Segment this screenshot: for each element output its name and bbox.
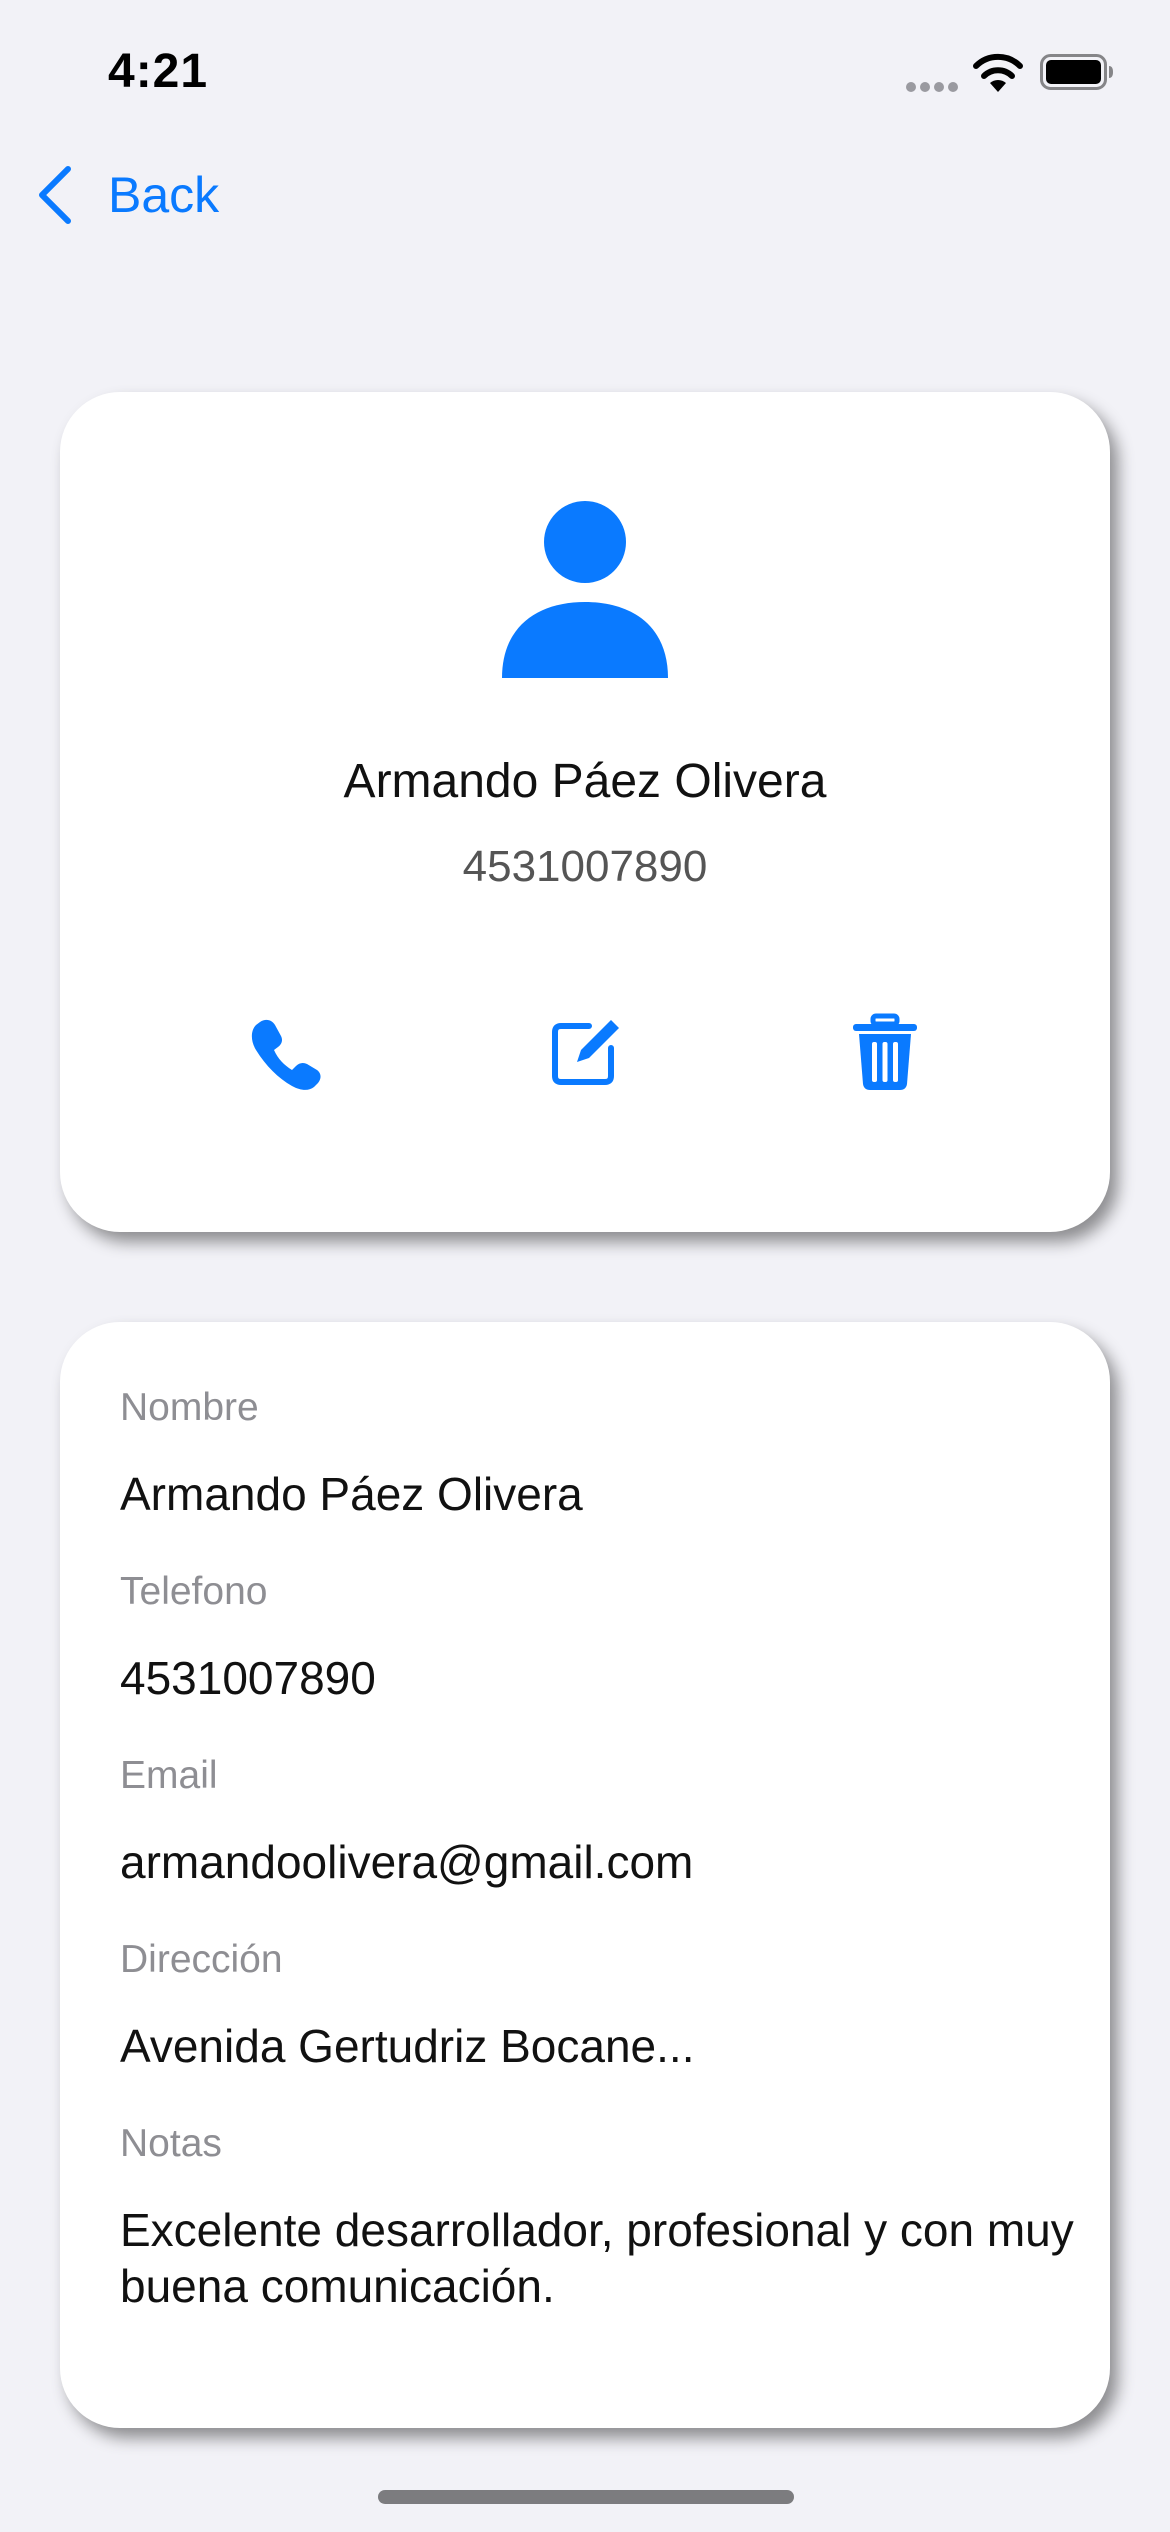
delete-button[interactable] <box>845 1012 925 1092</box>
chevron-left-icon <box>39 166 71 224</box>
trash-icon <box>853 1013 917 1090</box>
field-value-telefono: 4531007890 <box>120 1652 376 1704</box>
home-indicator[interactable] <box>378 2490 794 2504</box>
field-value-direccion: Avenida Gertudriz Bocane... <box>120 2020 695 2072</box>
contact-header-card: Armando Páez Olivera 4531007890 <box>60 392 1110 1232</box>
contact-name: Armando Páez Olivera <box>343 755 827 808</box>
contact-details-card: Nombre Armando Páez Olivera Telefono 453… <box>60 1322 1110 2428</box>
field-label-notas: Notas <box>120 2122 222 2165</box>
call-button[interactable] <box>246 1012 326 1092</box>
status-bar: 4:21 <box>0 0 1170 150</box>
field-label-telefono: Telefono <box>120 1570 268 1613</box>
contact-phone: 4531007890 <box>462 842 708 891</box>
field-value-email: armandoolivera@gmail.com <box>120 1836 694 1888</box>
battery-icon <box>1040 54 1113 90</box>
status-time: 4:21 <box>108 45 209 98</box>
back-label: Back <box>108 167 220 223</box>
edit-button[interactable] <box>545 1012 625 1092</box>
compose-icon <box>552 1020 619 1085</box>
field-label-direccion: Dirección <box>120 1938 283 1981</box>
field-label-nombre: Nombre <box>120 1386 259 1429</box>
back-button[interactable]: Back <box>34 160 219 230</box>
wifi-icon <box>973 53 1023 92</box>
person-icon <box>502 501 668 678</box>
field-value-notas: Excelente desarrollador, profesional y c… <box>120 2204 1074 2312</box>
phone-icon <box>251 1019 321 1090</box>
cellular-signal-icon <box>906 82 960 92</box>
field-value-nombre: Armando Páez Olivera <box>120 1468 583 1520</box>
field-label-email: Email <box>120 1754 218 1797</box>
